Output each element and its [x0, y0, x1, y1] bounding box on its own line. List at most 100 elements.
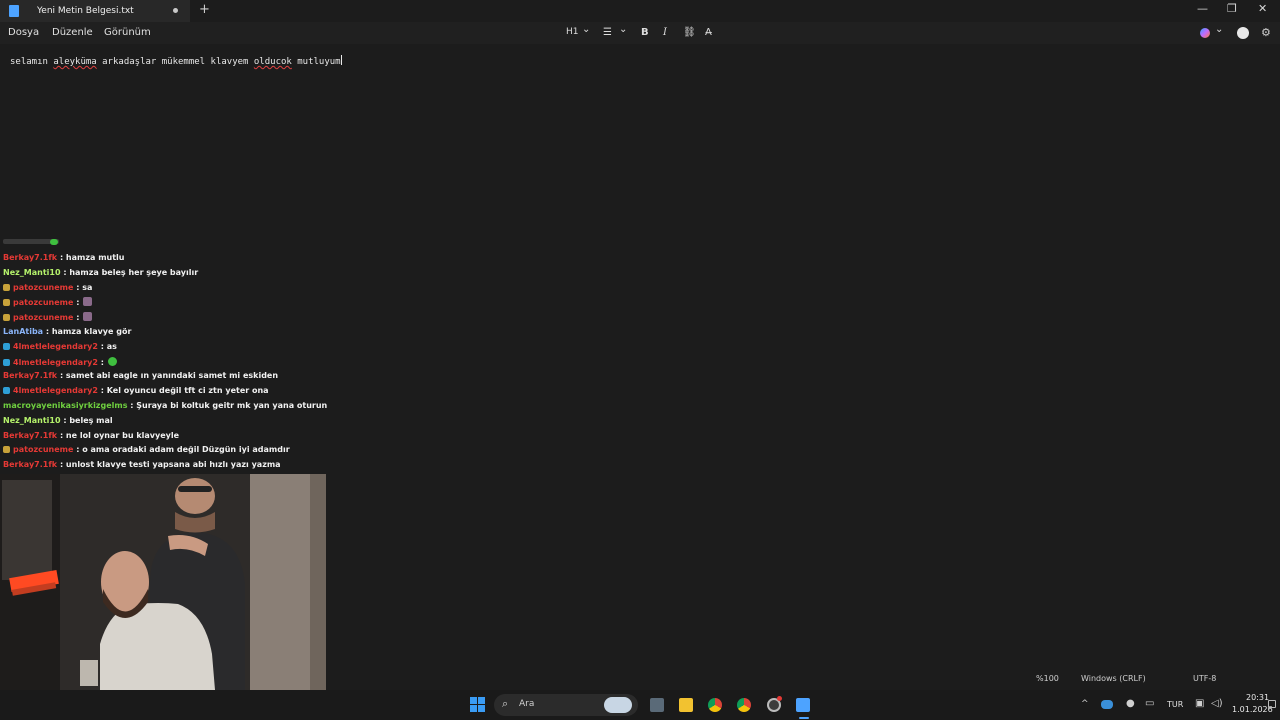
link-icon[interactable]: ⛓: [683, 27, 696, 38]
encoding[interactable]: UTF-8: [1193, 674, 1216, 683]
network-icon[interactable]: ▣: [1195, 698, 1204, 709]
chat-username: patozcuneme: [13, 298, 74, 308]
chat-text: : hamza beleş her şeye bayılır: [63, 267, 199, 277]
chat-text: : beleş mal: [63, 415, 113, 425]
close-button[interactable]: ✕: [1258, 2, 1267, 15]
chevron-up-icon[interactable]: ^: [1081, 699, 1089, 709]
settings-gear-icon[interactable]: ⚙: [1261, 26, 1271, 39]
file-explorer-icon[interactable]: [679, 698, 693, 712]
search-placeholder: Ara: [519, 699, 535, 709]
chat-message: patozcuneme : o ama oradaki adam değil D…: [3, 445, 290, 454]
chat-text: : as: [100, 341, 117, 351]
chat-badge-icon: [3, 283, 10, 291]
text-caret: [340, 55, 342, 65]
chat-message: Berkay7.1fk : hamza mutlu: [3, 253, 124, 262]
chat-text: : Şuraya bi koltuk geitr mk yan yana otu…: [130, 401, 328, 410]
tab-title: Yeni Metin Belgesi.txt: [37, 6, 134, 16]
chevron-down-icon[interactable]: ⌄: [1215, 24, 1223, 35]
chat-badge-icon: [3, 299, 10, 307]
chat-text: : ne lol oynar bu klavyeyle: [59, 430, 180, 440]
menu-edit[interactable]: Düzenle: [52, 27, 93, 38]
chevron-down-icon[interactable]: ⌄: [582, 24, 590, 35]
chat-message: patozcuneme :: [3, 297, 93, 308]
streamer-webcam-image: [0, 474, 326, 690]
chat-badge-icon: [3, 342, 10, 350]
windows-start-icon[interactable]: [470, 697, 485, 712]
chat-username: 4lmetlelegendary2: [13, 341, 98, 351]
document-tab[interactable]: Yeni Metin Belgesi.txt: [0, 0, 190, 22]
chat-badge-icon: [3, 358, 10, 366]
word: mükemmel: [161, 57, 206, 67]
chat-text: : unlost klavye testi yapsana abi hızlı …: [59, 460, 281, 470]
emote-icon: [50, 239, 58, 245]
chrome-icon[interactable]: [737, 698, 751, 712]
misspelled-word[interactable]: olducok: [254, 57, 292, 67]
document-text[interactable]: selamın aleyküma arkadaşlar mükemmel kla…: [10, 55, 342, 67]
emote-icon: [107, 356, 117, 366]
keyboard-icon[interactable]: ▭: [1145, 698, 1154, 709]
line-ending[interactable]: Windows (CRLF): [1081, 674, 1146, 683]
chat-text: : hamza mutlu: [59, 253, 125, 262]
notification-center-icon[interactable]: [1268, 700, 1276, 708]
chevron-down-icon[interactable]: ⌄: [619, 24, 627, 35]
volume-icon[interactable]: ◁): [1211, 698, 1223, 709]
misspelled-word[interactable]: aleyküma: [53, 57, 96, 67]
chat-message: macroyayenikasiyrkizgelms : Şuraya bi ko…: [3, 401, 327, 410]
chat-username: 4lmetlelegendary2: [13, 386, 98, 396]
chat-message: Nez_Manti10 : beleş mal: [3, 416, 113, 425]
taskbar: ⌕ Ara ^ ● ▭ TUR ▣ ◁) 20:31 1.01.2026: [0, 690, 1280, 720]
chat-badge-icon: [3, 387, 10, 395]
input-language[interactable]: TUR: [1167, 700, 1183, 709]
title-bar: Yeni Metin Belgesi.txt + — ❐ ✕: [0, 0, 1280, 22]
chat-username: Nez_Manti10: [3, 267, 61, 277]
search-highlight-icon: [604, 697, 632, 713]
new-tab-button[interactable]: +: [199, 2, 210, 17]
active-app-indicator: [799, 717, 809, 719]
copilot-icon[interactable]: [1200, 28, 1210, 38]
chat-text: : samet abi eagle ın yanındaki samet mi …: [59, 371, 279, 381]
menu-view[interactable]: Görünüm: [104, 27, 151, 38]
chat-text: : o ama oradaki adam değil Düzgün iyi ad…: [76, 445, 290, 455]
notepad-icon[interactable]: [796, 698, 810, 712]
chat-username: Berkay7.1fk: [3, 430, 58, 440]
search-icon: ⌕: [502, 697, 509, 710]
clock-time[interactable]: 20:31: [1246, 693, 1269, 702]
microphone-icon[interactable]: ●: [1126, 698, 1135, 709]
clear-formatting-icon[interactable]: A̶: [705, 27, 712, 38]
italic-button[interactable]: I: [663, 27, 667, 38]
onedrive-icon[interactable]: [1101, 700, 1113, 709]
list-icon[interactable]: ☰: [603, 27, 612, 38]
chat-message: 4lmetlelegendary2 :: [3, 356, 117, 367]
chat-message: patozcuneme :: [3, 312, 93, 323]
notepad-icon: [9, 5, 19, 17]
status-bar: %100 Windows (CRLF) UTF-8: [326, 669, 1280, 690]
chat-message: Nez_Manti10 : hamza beleş her şeye bayıl…: [3, 268, 198, 277]
unsaved-indicator[interactable]: [173, 8, 178, 13]
bold-button[interactable]: B: [641, 27, 649, 38]
chat-message: 4lmetlelegendary2 : as: [3, 342, 117, 351]
chat-message: LanAtiba : hamza klavye gör: [3, 327, 131, 336]
task-view-icon[interactable]: [650, 698, 664, 712]
account-icon[interactable]: [1237, 27, 1249, 39]
chat-badge-icon: [3, 314, 10, 322]
minimize-button[interactable]: —: [1197, 2, 1208, 15]
word: selamın: [10, 57, 48, 67]
clock-date[interactable]: 1.01.2026: [1232, 705, 1273, 714]
chat-username: patozcuneme: [13, 282, 74, 292]
chat-username: Berkay7.1fk: [3, 460, 58, 470]
taskbar-search-box[interactable]: ⌕ Ara: [494, 694, 638, 716]
chrome-icon[interactable]: [708, 698, 722, 712]
menu-bar: Dosya Düzenle Görünüm H1 ⌄ ☰ ⌄ B I ⛓ A̶ …: [0, 22, 1280, 44]
chat-message: 4lmetlelegendary2 : Kel oyuncu değil tft…: [3, 386, 269, 395]
word: klavyem: [210, 57, 249, 67]
maximize-button[interactable]: ❐: [1227, 2, 1237, 15]
zoom-level[interactable]: %100: [1036, 674, 1059, 683]
menu-file[interactable]: Dosya: [8, 27, 39, 38]
emote-icon: [83, 312, 93, 322]
chat-message: Berkay7.1fk : ne lol oynar bu klavyeyle: [3, 431, 179, 440]
chat-text: :: [76, 313, 80, 323]
chat-username: LanAtiba: [3, 327, 44, 336]
emote-icon: [83, 297, 93, 307]
chat-username: Berkay7.1fk: [3, 253, 58, 262]
heading-button[interactable]: H1: [566, 27, 579, 37]
